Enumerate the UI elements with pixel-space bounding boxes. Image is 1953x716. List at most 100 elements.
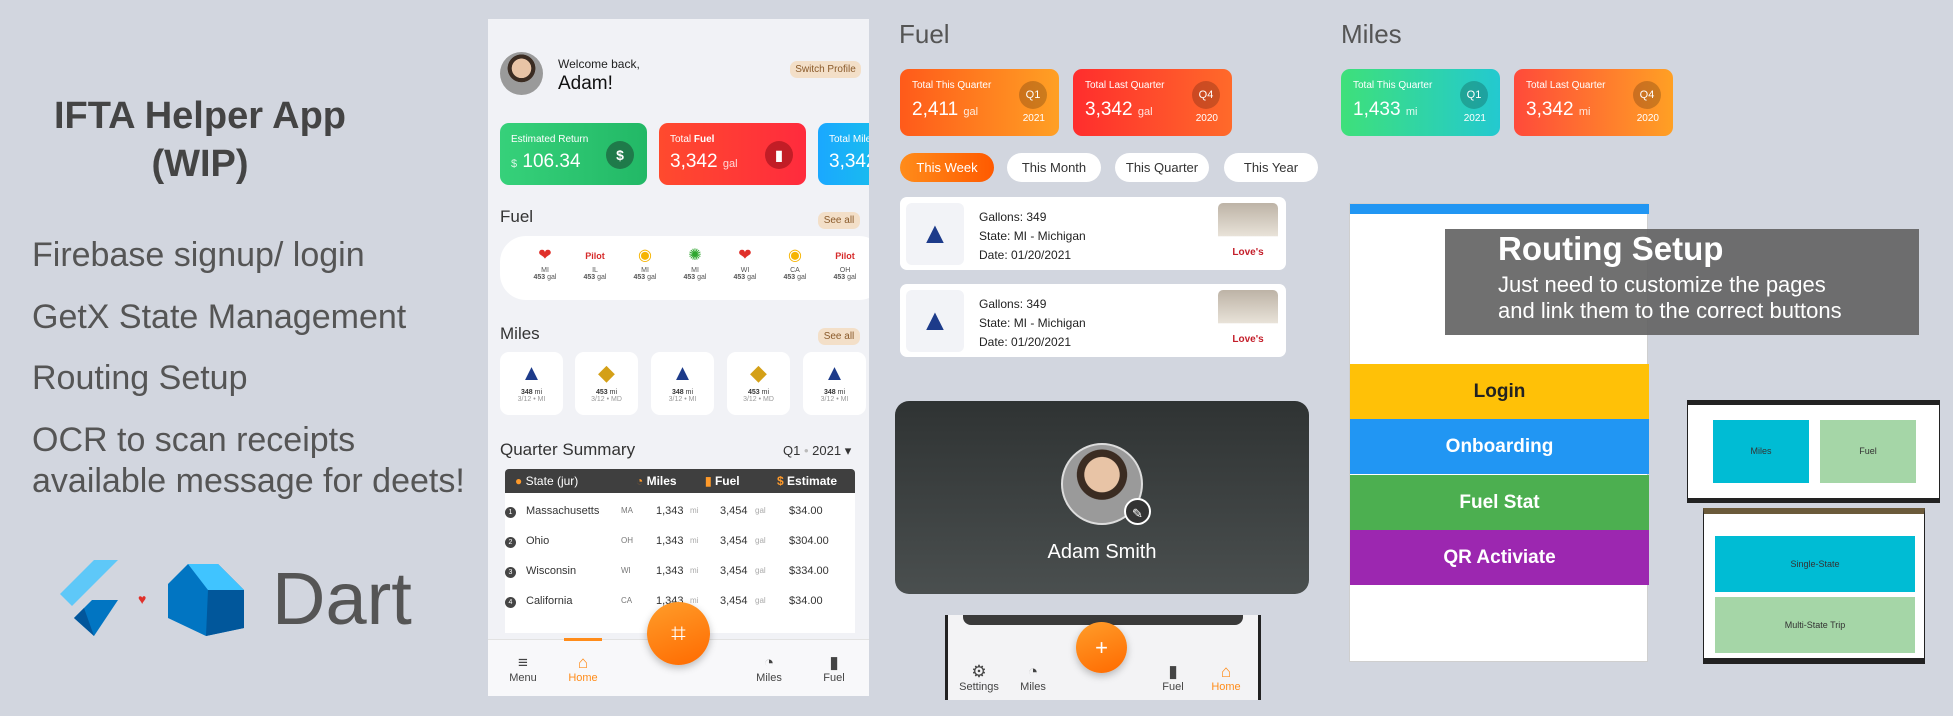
fuel-see-all-button[interactable]: See all <box>818 212 860 229</box>
dart-wordmark: Dart <box>272 557 412 640</box>
fuel-pump-icon: ▮ <box>1168 662 1178 681</box>
add-button[interactable]: + <box>1076 622 1127 673</box>
fuel-state: OH <box>839 267 851 274</box>
multi-state-trip-tile[interactable]: Multi-State Trip <box>1715 597 1915 653</box>
nav-fuel[interactable]: ▮ Fuel <box>1148 662 1198 694</box>
estimated-return-card[interactable]: Estimated Return $ 106.34 $ <box>500 123 647 185</box>
scan-receipt-button[interactable]: ⌗ <box>647 602 710 665</box>
quarter-value: Q1 <box>783 443 801 458</box>
total-miles-card[interactable]: Total Miles 3,342 <box>818 123 869 185</box>
value: 3,342 <box>1085 99 1133 120</box>
nav-fuel[interactable]: ▮ Fuel <box>809 654 859 685</box>
fuel-tile[interactable]: Fuel <box>1820 420 1916 483</box>
receipt-brand: Love's <box>1232 247 1264 258</box>
fuel-brand-logo-icon: ❤ <box>738 247 752 264</box>
fuel-entry-card[interactable]: ▲ Gallons: 349 State: MI - Michigan Date… <box>900 197 1286 270</box>
tab-this-quarter[interactable]: This Quarter <box>1115 153 1209 182</box>
row-state: Massachusetts <box>526 505 600 517</box>
col-state-label: State (jur) <box>525 474 579 488</box>
login-route-button[interactable]: Login <box>1350 364 1649 419</box>
miles-tile[interactable]: Miles <box>1713 420 1809 483</box>
nav-home[interactable]: ⌂ Home <box>558 653 608 685</box>
miles-this-quarter-card[interactable]: Total This Quarter 1,433 mi Q1 2021 <box>1341 69 1500 136</box>
phone-home-screen: Welcome back, Adam! Switch Profile Estim… <box>488 19 869 696</box>
nav-home[interactable]: ⌂ Home <box>1201 663 1251 694</box>
row-state: Wisconsin <box>526 565 577 577</box>
fuel-item[interactable]: ◉ MI 453 gal <box>630 245 660 281</box>
table-row[interactable]: 3 Wisconsin WI 1,343 mi 3,454 gal $334.00 <box>505 556 855 586</box>
table-row[interactable]: 2 Ohio OH 1,343 mi 3,454 gal $304.00 <box>505 526 855 556</box>
feature-getx: GetX State Management <box>32 298 407 336</box>
tab-this-year[interactable]: This Year <box>1224 153 1318 182</box>
fuel-amount: 453 <box>683 274 696 281</box>
switch-profile-button[interactable]: Switch Profile <box>790 61 861 78</box>
quarter-selector[interactable]: Q1 • 2021 ▾ <box>783 443 851 459</box>
unit: gal <box>1137 106 1153 118</box>
fuel-brand-logo-icon: ✺ <box>688 247 702 264</box>
fuel-item[interactable]: Pilot OH 453 gal <box>830 245 860 281</box>
mile-item[interactable]: ◆ 453 mi 3/12 • MD <box>575 352 638 415</box>
col-state: ● State (jur) <box>515 474 578 488</box>
single-state-tile[interactable]: Single-State <box>1715 536 1915 592</box>
tab-this-week[interactable]: This Week <box>900 153 994 182</box>
nav-miles[interactable]: ◔ Miles <box>744 654 794 685</box>
dollar-icon: $ <box>777 474 784 488</box>
fuel-this-quarter-card[interactable]: Total This Quarter 2,411 gal Q1 2021 <box>900 69 1059 136</box>
qr-activate-route-button[interactable]: QR Activiate <box>1350 530 1649 585</box>
col-fuel: ▮ Fuel <box>705 474 740 488</box>
chevron-down-icon: ▾ <box>844 443 852 458</box>
mile-item[interactable]: ▲ 348 mi 3/12 • MI <box>803 352 866 415</box>
receipt-thumbnail[interactable]: Love's <box>1218 203 1278 263</box>
year-label: 2021 <box>1463 113 1486 124</box>
miles-last-quarter-card[interactable]: Total Last Quarter 3,342 mi Q4 2020 <box>1514 69 1673 136</box>
home-icon: ⌂ <box>577 653 589 672</box>
receipt-thumbnail[interactable]: Love's <box>1218 290 1278 350</box>
mile-item[interactable]: ◆ 453 mi 3/12 • MD <box>727 352 790 415</box>
table-row[interactable]: 1 Massachusetts MA 1,343 mi 3,454 gal $34.00 <box>505 496 855 526</box>
total-fuel-card[interactable]: Total Fuel 3,342 gal ▮ <box>659 123 806 185</box>
tab-this-month[interactable]: This Month <box>1007 153 1101 182</box>
feature-firebase: Firebase signup/ login <box>32 236 365 274</box>
fuel-entry-card[interactable]: ▲ Gallons: 349 State: MI - Michigan Date… <box>900 284 1286 357</box>
mile-sub: 3/12 • MI <box>517 396 546 403</box>
onboarding-route-button[interactable]: Onboarding <box>1350 419 1649 474</box>
mile-item[interactable]: ▲ 348 mi 3/12 • MI <box>500 352 563 415</box>
app-title: IFTA Helper App (WIP) <box>40 92 360 188</box>
fuel-item[interactable]: Pilot IL 453 gal <box>580 245 610 281</box>
overlay-title: Routing Setup <box>1498 230 1724 267</box>
unit: mi <box>1578 106 1591 118</box>
nav-miles[interactable]: ◔ Miles <box>1008 663 1058 694</box>
fuel-strip[interactable]: ❤ MI 453 gal Pilot IL 453 gal ◉ MI 453 gal ✺ MI… <box>500 236 869 300</box>
quarter-summary-title: Quarter Summary <box>500 440 636 459</box>
entry-date: Date: 01/20/2021 <box>979 248 1072 262</box>
fuel-item[interactable]: ◉ CA 453 gal <box>780 245 810 281</box>
fuel-stat-route-button[interactable]: Fuel Stat <box>1350 475 1649 530</box>
miles-section-title: Miles <box>500 324 540 343</box>
fuel-item[interactable]: ❤ MI 453 gal <box>530 245 560 281</box>
flutter-dart-logo-icon: ♥ <box>60 560 244 636</box>
fuel-unit: gal <box>597 274 607 281</box>
row-fuel: 3,454 <box>720 565 748 577</box>
estimated-return-value: 106.34 <box>522 151 581 172</box>
fuel-item[interactable]: ❤ WI 453 gal <box>730 245 760 281</box>
app-bar <box>1350 204 1649 214</box>
quarter-badge: Q1 <box>1019 81 1047 109</box>
mile-unit: mi <box>837 389 846 396</box>
nav-menu[interactable]: ≡ Menu <box>498 654 548 685</box>
miles-see-all-button[interactable]: See all <box>818 328 860 345</box>
fuel-last-quarter-card[interactable]: Total Last Quarter 3,342 gal Q4 2020 <box>1073 69 1232 136</box>
col-miles: ◔ Miles <box>636 474 677 488</box>
edit-pencil-icon[interactable]: ✎ <box>1124 498 1151 525</box>
row-fuel: 3,454 <box>720 505 748 517</box>
fuel-brand-logo-icon: Pilot <box>585 251 605 261</box>
avatar[interactable] <box>500 52 543 95</box>
mile-unit: mi <box>534 389 543 396</box>
mini-screen-miles-fuel: Miles Fuel <box>1687 400 1940 503</box>
entry-gallons: Gallons: 349 <box>979 210 1047 224</box>
value: 1,433 <box>1353 99 1401 120</box>
nav-settings[interactable]: ⚙ Settings <box>954 663 1004 694</box>
mile-item[interactable]: ▲ 348 mi 3/12 • MI <box>651 352 714 415</box>
row-state: California <box>526 595 573 607</box>
fuel-item[interactable]: ✺ MI 453 gal <box>680 245 710 281</box>
fuel-unit: gal <box>797 274 807 281</box>
